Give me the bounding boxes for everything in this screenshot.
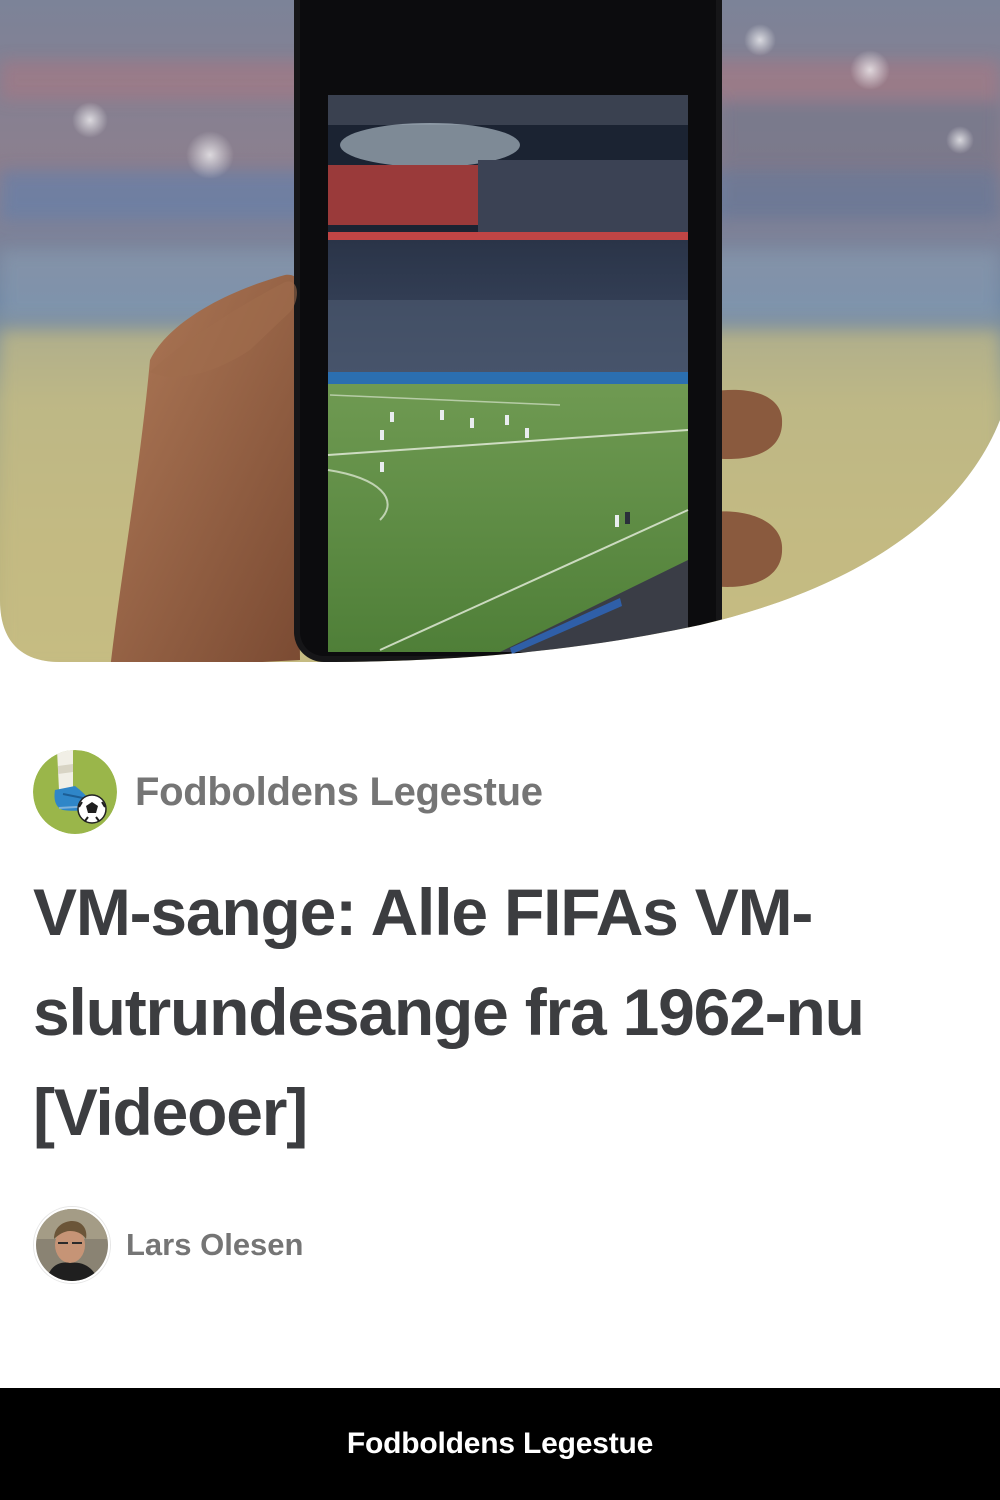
soccer-boot-ball-icon [33,750,117,834]
publisher-name[interactable]: Fodboldens Legestue [135,770,543,815]
author-name[interactable]: Lars Olesen [126,1227,303,1263]
footer-publisher-label: Fodboldens Legestue [346,1427,654,1460]
hero-image [0,0,1000,670]
author-avatar [34,1207,110,1283]
publisher-block[interactable]: Fodboldens Legestue [33,750,543,834]
author-byline[interactable]: Lars Olesen [34,1207,303,1283]
story-page: Fodboldens Legestue VM-sange: Alle FIFAs… [0,0,1000,1500]
article-title: VM-sange: Alle FIFAs VM-slutrundesange f… [33,875,865,1149]
footer-bar: Fodboldens Legestue [0,1388,1000,1500]
